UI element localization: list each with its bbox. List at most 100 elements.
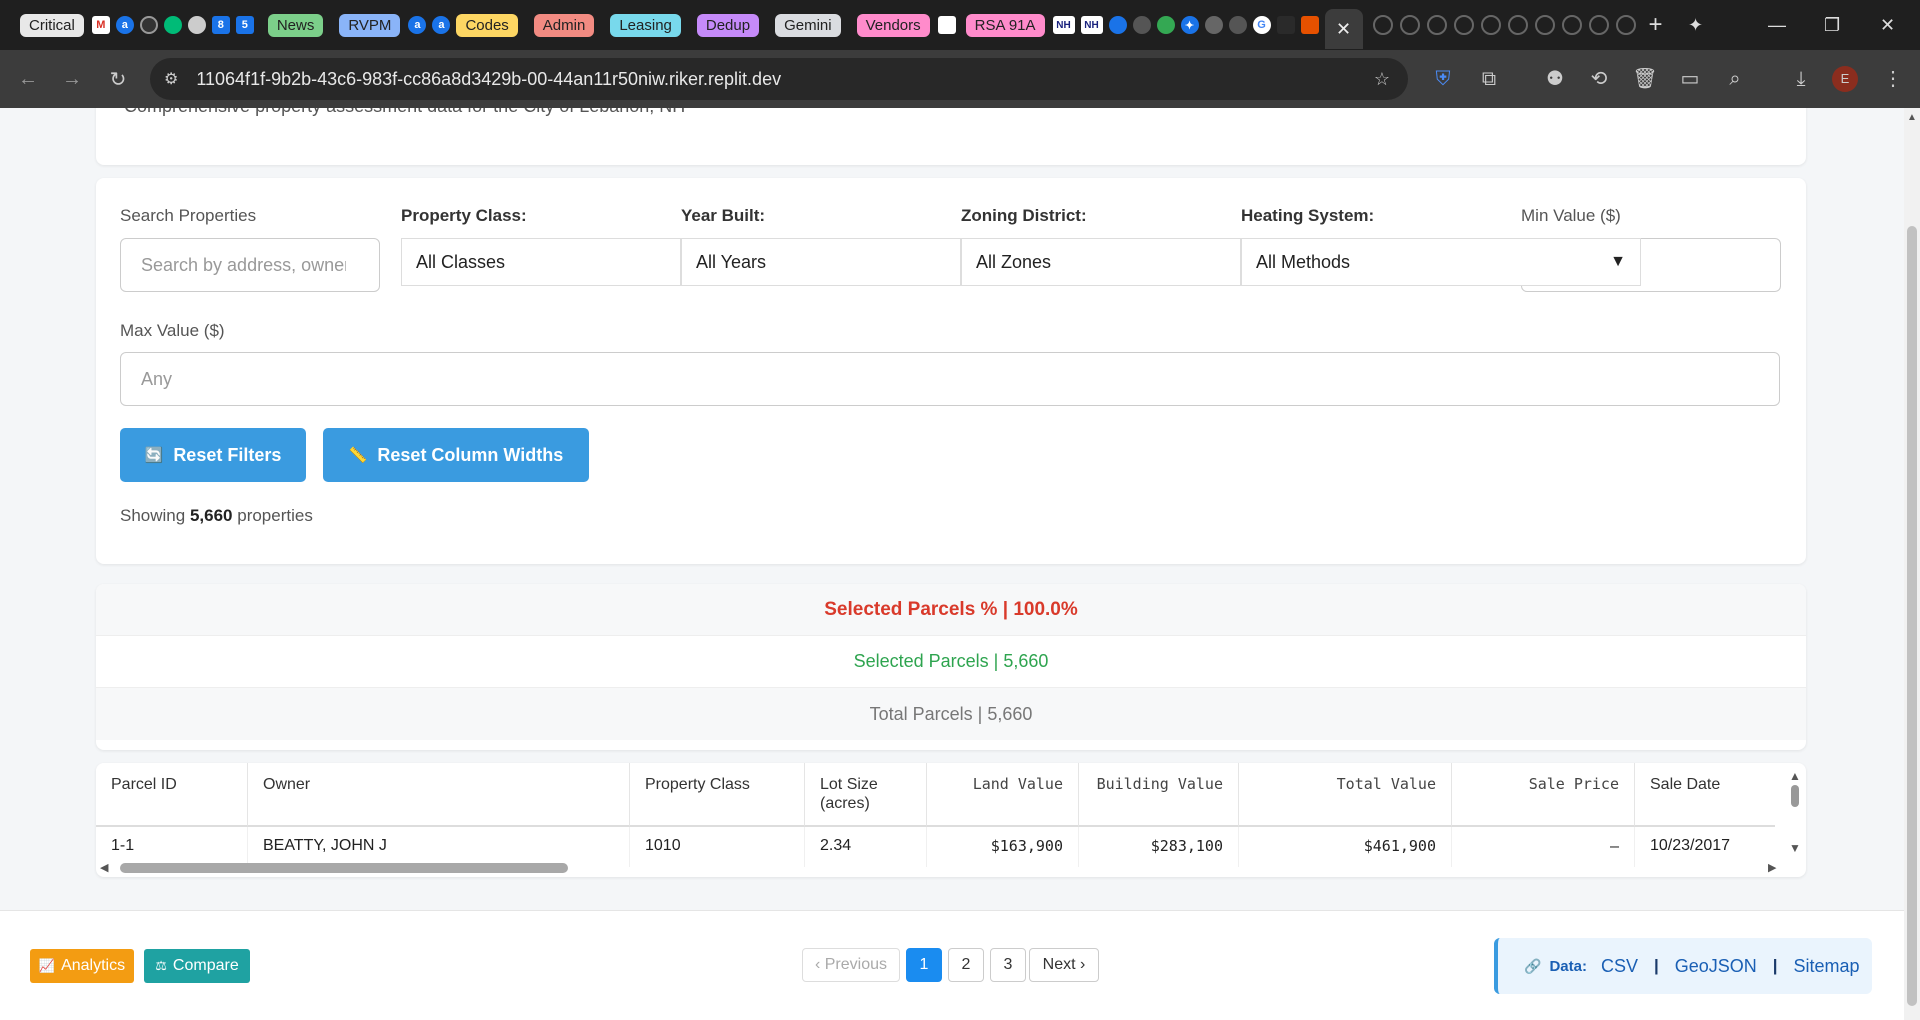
csv-link[interactable]: CSV: [1601, 956, 1638, 977]
tab-icon-3[interactable]: [1426, 15, 1447, 35]
header-sale-date[interactable]: Sale Date: [1635, 763, 1775, 827]
cell-sale-price[interactable]: –: [1452, 827, 1635, 867]
heating-select[interactable]: All Methods ▼: [1241, 238, 1641, 286]
cell-building-value[interactable]: $283,100: [1079, 827, 1239, 867]
reset-column-widths-button[interactable]: 📏 Reset Column Widths: [323, 428, 589, 482]
tab-group-vendors[interactable]: Vendors: [856, 13, 930, 37]
shield-icon[interactable]: [1108, 16, 1127, 34]
card-icon[interactable]: ▭: [1675, 64, 1705, 94]
tab-group-admin[interactable]: Admin: [533, 13, 595, 37]
url-text[interactable]: 11064f1f-9b2b-43c6-983f-cc86a8d3429b-00-…: [196, 69, 781, 90]
tab-icon-4[interactable]: [1453, 15, 1474, 35]
trash-icon[interactable]: 🗑: [1630, 64, 1660, 94]
geojson-link[interactable]: GeoJSON: [1675, 956, 1757, 977]
cell-land-value[interactable]: $163,900: [927, 827, 1079, 867]
zoning-select[interactable]: All Zones: [961, 238, 1241, 286]
gemini-sparkle-icon[interactable]: ✦: [1688, 0, 1703, 50]
page-scroll-up-icon[interactable]: ▲: [1904, 112, 1920, 123]
app-icon[interactable]: [937, 16, 956, 34]
page-scrollbar[interactable]: ▲: [1904, 108, 1920, 1020]
sitemap-link[interactable]: Sitemap: [1794, 956, 1860, 977]
search-input[interactable]: Search by address, owner: [120, 238, 380, 292]
nh-icon-2[interactable]: NH: [1080, 16, 1103, 34]
cell-owner[interactable]: BEATTY, JOHN J: [248, 827, 630, 867]
tab-group-news[interactable]: News: [267, 13, 324, 37]
office-icon[interactable]: [1300, 16, 1319, 34]
tab-icon-10[interactable]: [1615, 15, 1636, 35]
cell-sale-date[interactable]: 10/23/2017: [1635, 827, 1775, 867]
teal-app-icon[interactable]: [163, 16, 182, 34]
menu-icon[interactable]: ⋮: [1878, 64, 1908, 94]
header-owner[interactable]: Owner: [248, 763, 630, 827]
header-total-value[interactable]: Total Value: [1239, 763, 1452, 827]
tab-group-critical[interactable]: Critical: [20, 13, 84, 37]
previous-page-button[interactable]: ‹ Previous: [802, 948, 900, 982]
cell-parcel-id[interactable]: 1-1: [96, 827, 248, 867]
search-tabs-icon[interactable]: ⌕: [1720, 64, 1750, 94]
tab-group-dedup[interactable]: Dedup: [696, 13, 760, 37]
table-hscroll-thumb[interactable]: [120, 863, 568, 873]
table-vscroll[interactable]: ▲ ▼: [1788, 769, 1802, 859]
page-1-button[interactable]: 1: [906, 948, 942, 982]
next-page-button[interactable]: Next ›: [1029, 948, 1099, 982]
tab-icon-9[interactable]: [1588, 15, 1609, 35]
scroll-up-icon[interactable]: ▲: [1788, 769, 1802, 783]
class-select[interactable]: All Classes: [401, 238, 681, 286]
bitwarden-icon[interactable]: ⛨: [1428, 64, 1458, 94]
openai-icon[interactable]: [1204, 16, 1223, 34]
active-tab-close-icon[interactable]: ✕: [1324, 9, 1363, 49]
page-2-button[interactable]: 2: [948, 948, 984, 982]
cell-property-class[interactable]: 1010: [630, 827, 805, 867]
table-vscroll-thumb[interactable]: [1791, 785, 1799, 807]
outlook-icon[interactable]: a: [115, 16, 134, 34]
back-icon[interactable]: ←: [6, 68, 50, 91]
reload-icon[interactable]: ↻: [96, 67, 140, 92]
analytics-button[interactable]: 📈 Analytics: [30, 949, 134, 983]
tab-icon-8[interactable]: [1561, 15, 1582, 35]
tab-icon-1[interactable]: [1372, 15, 1393, 35]
circle-app-icon[interactable]: [139, 16, 158, 34]
scroll-left-icon[interactable]: ◀: [100, 861, 108, 874]
drive-icon[interactable]: [1156, 16, 1175, 34]
scroll-right-icon[interactable]: ▶: [1768, 861, 1776, 874]
site-info-icon[interactable]: ⚙: [164, 69, 178, 89]
outlook-icon-2[interactable]: a: [408, 16, 427, 34]
blank-icon[interactable]: [1276, 16, 1295, 34]
page-3-button[interactable]: 3: [990, 948, 1026, 982]
tab-icon-6[interactable]: [1507, 15, 1528, 35]
balloon-icon[interactable]: [187, 16, 206, 34]
calendar-icon[interactable]: 8: [211, 16, 230, 34]
close-window-icon[interactable]: ✕: [1880, 0, 1895, 50]
compare-button[interactable]: ⚖ Compare: [144, 949, 250, 983]
history-icon[interactable]: ⟲: [1584, 64, 1614, 94]
header-property-class[interactable]: Property Class: [630, 763, 805, 827]
calendar-icon-2[interactable]: 5: [235, 16, 254, 34]
tab-group-rvpm[interactable]: RVPM: [339, 13, 401, 37]
reset-filters-button[interactable]: 🔄 Reset Filters: [120, 428, 306, 482]
header-land-value[interactable]: Land Value: [927, 763, 1079, 827]
cell-total-value[interactable]: $461,900: [1239, 827, 1452, 867]
incognito-icon[interactable]: ⚉: [1540, 64, 1570, 94]
tab-icon-2[interactable]: [1399, 15, 1420, 35]
extensions-icon[interactable]: ⧉: [1474, 64, 1504, 94]
gemini-icon[interactable]: ✦: [1180, 16, 1199, 34]
download-icon[interactable]: ⤓: [1786, 64, 1816, 94]
header-parcel-id[interactable]: Parcel ID: [96, 763, 248, 827]
restore-icon[interactable]: ❐: [1824, 0, 1840, 50]
tab-group-rsa-91a[interactable]: RSA 91A: [965, 13, 1045, 37]
app-icon-2[interactable]: [1228, 16, 1247, 34]
forward-icon[interactable]: →: [50, 68, 94, 91]
bookmark-star-icon[interactable]: ☆: [1374, 69, 1390, 90]
address-bar[interactable]: ⚙ 11064f1f-9b2b-43c6-983f-cc86a8d3429b-0…: [150, 58, 1408, 100]
header-building-value[interactable]: Building Value: [1079, 763, 1239, 827]
page-scroll-thumb[interactable]: [1907, 226, 1917, 1006]
header-lot-size[interactable]: Lot Size (acres): [805, 763, 927, 827]
gmail-icon[interactable]: M: [91, 16, 110, 34]
year-select[interactable]: All Years: [681, 238, 961, 286]
settings-app-icon[interactable]: [1132, 16, 1151, 34]
new-tab-icon[interactable]: +: [1649, 11, 1663, 39]
minimize-icon[interactable]: —: [1768, 0, 1786, 50]
profile-avatar[interactable]: E: [1832, 66, 1858, 92]
nh-icon[interactable]: NH: [1052, 16, 1075, 34]
outlook-icon-3[interactable]: a: [432, 16, 451, 34]
